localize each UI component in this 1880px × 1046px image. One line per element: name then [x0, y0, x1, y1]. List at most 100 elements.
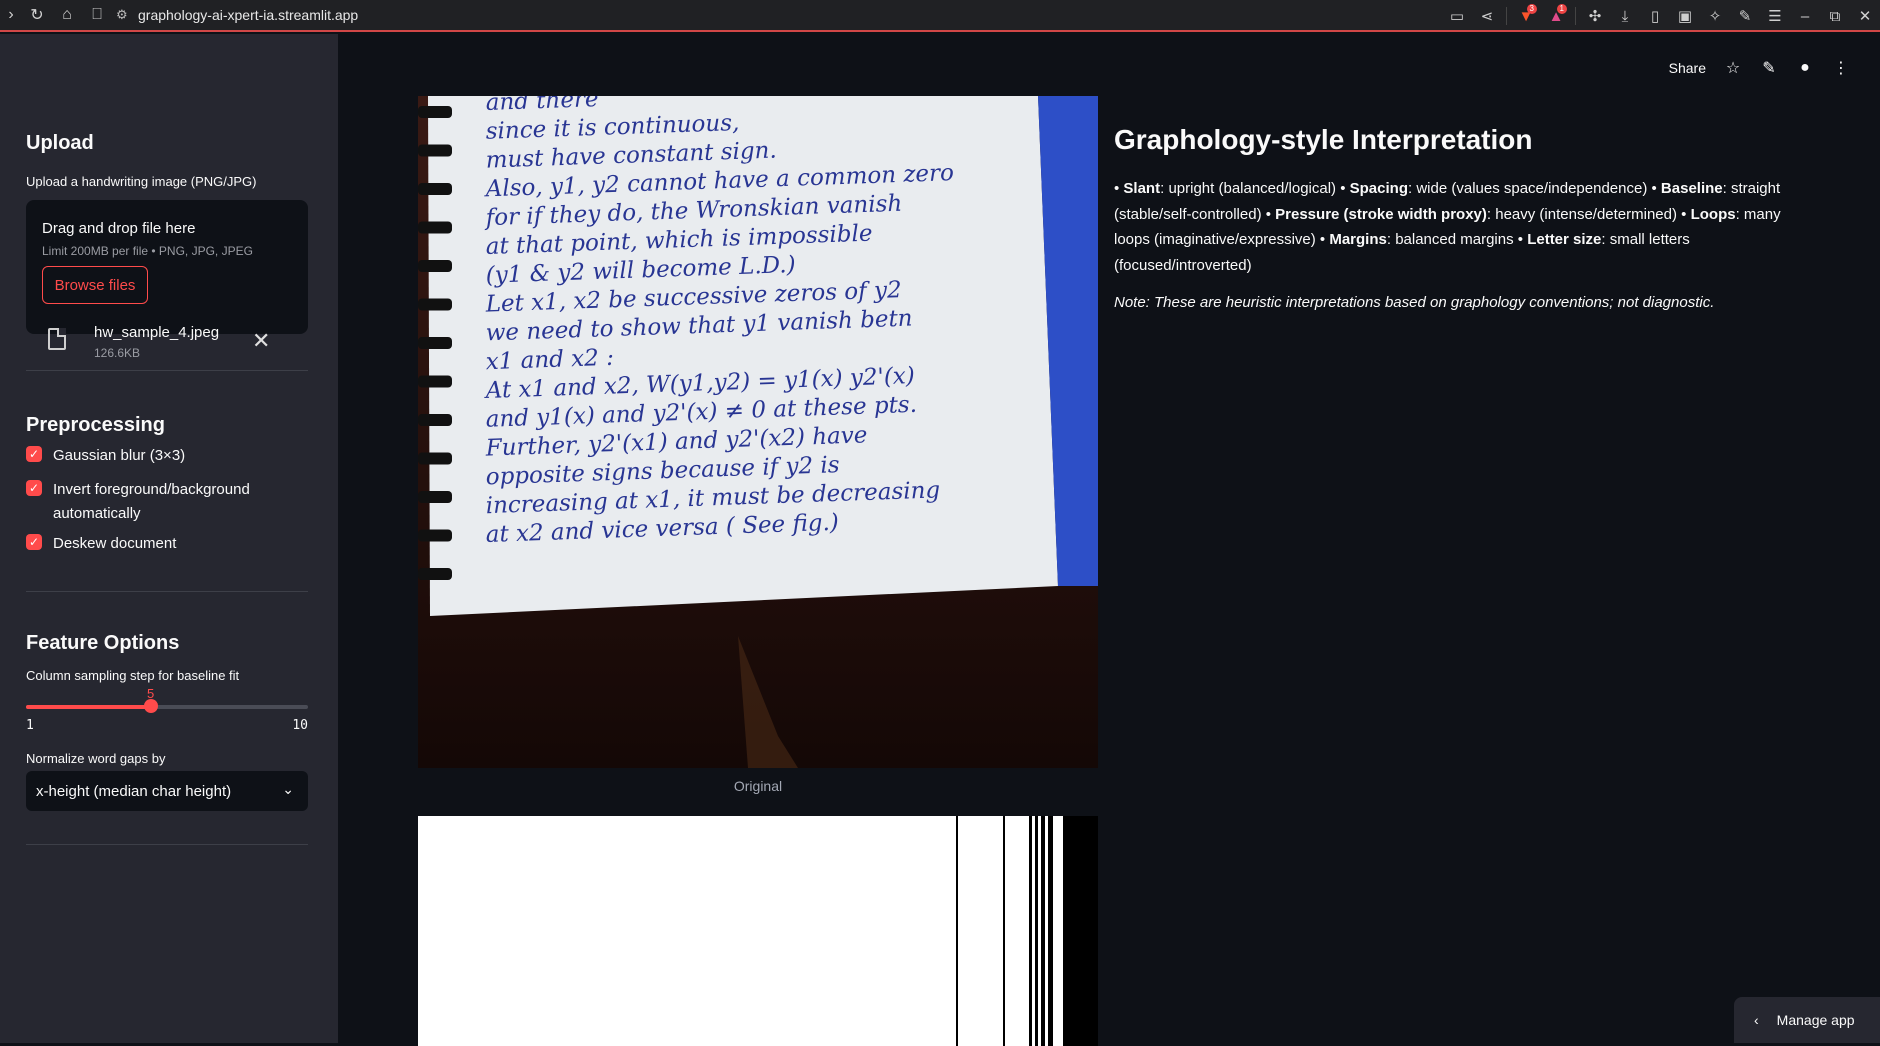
file-name: hw_sample_4.jpeg — [94, 324, 220, 341]
manage-app-label: Manage app — [1776, 1012, 1855, 1028]
spiral-ring — [418, 106, 452, 118]
spiral-ring — [418, 568, 452, 580]
spiral-ring — [418, 375, 452, 388]
download-icon[interactable]: ⤓ — [1610, 0, 1640, 32]
star-icon[interactable]: ☆ — [1724, 58, 1742, 78]
trait-sep: • — [1681, 205, 1691, 223]
interpretation-note: Note: These are heuristic interpretation… — [1114, 294, 1715, 311]
wallet-icon[interactable]: ▣ — [1670, 0, 1700, 32]
slider-min: 1 — [26, 718, 34, 733]
spiral-ring — [418, 221, 452, 234]
chevron-left-icon: ‹ — [1754, 1012, 1759, 1028]
preprocessing-heading: Preprocessing — [26, 414, 165, 436]
browser-actions: ▭ ⋖ ▼ 3 ▲ 1 ✣ ⤓ ▯ ▣ ✧ ✎ ☰ – ⧉ ✕ — [1442, 0, 1880, 32]
bookmark-icon[interactable]: ⎕ — [82, 0, 112, 31]
brave-shields-icon[interactable]: ▼ 3 — [1511, 0, 1541, 32]
gaussian-blur-checkbox[interactable]: ✓ Gaussian blur (3×3) — [26, 444, 283, 468]
extensions-icon[interactable]: ✣ — [1580, 0, 1610, 32]
reload-icon[interactable]: ↻ — [22, 0, 52, 31]
trait-key: Spacing — [1349, 180, 1408, 197]
divider — [26, 370, 308, 371]
trait-sep: • — [1340, 180, 1350, 197]
spiral-ring — [418, 529, 452, 542]
uploaded-file: hw_sample_4.jpeg 126.6KB ✕ — [26, 318, 308, 364]
share-icon[interactable]: ⋖ — [1472, 0, 1502, 32]
app-toolbar: Share ☆ ✎ ● ⋮ — [1669, 58, 1850, 78]
file-icon — [48, 328, 66, 350]
trait-value: : wide (values space/independence) — [1408, 180, 1652, 197]
checkbox-label: Gaussian blur (3×3) — [53, 447, 186, 464]
trait-key: Slant — [1123, 180, 1161, 197]
check-icon[interactable]: ✓ — [26, 446, 42, 462]
spiral-ring — [418, 183, 452, 195]
spiral-ring — [418, 337, 452, 349]
trait-sep: • — [1265, 205, 1276, 223]
original-image: and there since it is continuous, must hav… — [418, 96, 1098, 768]
trait-value: : heavy (intense/determined) — [1486, 205, 1682, 223]
trait-sep: • — [1651, 180, 1661, 197]
upload-heading: Upload — [26, 132, 94, 154]
main-content: Share ☆ ✎ ● ⋮ and there since it is conti… — [338, 34, 1880, 1046]
deskew-checkbox[interactable]: ✓ Deskew document — [26, 532, 283, 556]
image-caption: Original — [733, 778, 783, 794]
leo-ai-icon[interactable]: ✧ — [1700, 0, 1730, 32]
divider — [1575, 7, 1576, 25]
address-bar[interactable]: ⚙ graphology-ai-xpert-ia.streamlit.app — [116, 0, 358, 31]
trait-key: Baseline — [1660, 180, 1723, 197]
check-icon[interactable]: ✓ — [26, 480, 42, 496]
browse-files-button[interactable]: Browse files — [42, 266, 148, 304]
normalize-gaps-select[interactable]: x-height (median char height) ⌄ — [26, 771, 308, 811]
interpretation-text: • Slant: upright (balanced/logical) • Sp… — [1114, 176, 1814, 278]
edit-icon[interactable]: ✎ — [1760, 58, 1778, 78]
home-icon[interactable]: ⌂ — [52, 0, 82, 31]
menu-icon[interactable]: ☰ — [1760, 0, 1790, 32]
share-button[interactable]: Share — [1669, 60, 1706, 76]
divider — [1506, 7, 1507, 25]
trait-sep: • — [1319, 231, 1330, 248]
slider-thumb[interactable] — [144, 699, 158, 713]
cast-icon[interactable]: ▭ — [1442, 0, 1472, 32]
processed-image — [418, 816, 1098, 1046]
chevron-down-icon: ⌄ — [282, 781, 294, 797]
spiral-ring — [418, 414, 452, 426]
sidebar-icon[interactable]: ▯ — [1640, 0, 1670, 32]
trait-key: Pressure (stroke width proxy) — [1275, 205, 1487, 223]
minimize-icon[interactable]: – — [1790, 0, 1820, 32]
file-size: 126.6KB — [94, 346, 141, 360]
spiral-ring — [418, 298, 452, 311]
slider-fill — [26, 705, 151, 709]
divider — [26, 591, 308, 592]
divider — [26, 844, 308, 845]
trait-key: Margins — [1329, 231, 1387, 248]
trait-key: Letter size — [1527, 231, 1602, 248]
checkbox-label: Deskew document — [53, 535, 177, 552]
dropzone-limit: Limit 200MB per file • PNG, JPG, JPEG — [42, 244, 253, 258]
invert-checkbox[interactable]: ✓ Invert foreground/background automatic… — [26, 478, 283, 526]
forward-icon[interactable]: › — [0, 0, 22, 31]
dropzone-title: Drag and drop file here — [42, 220, 196, 237]
check-icon[interactable]: ✓ — [26, 534, 42, 550]
trait-value: : upright (balanced/logical) — [1160, 180, 1341, 197]
spiral-ring — [418, 452, 452, 465]
spiral-ring — [418, 491, 452, 503]
remove-file-icon[interactable]: ✕ — [252, 328, 270, 354]
checkbox-label: Invert foreground/background automatical… — [53, 481, 250, 522]
browser-toolbar: › ↻ ⌂ ⎕ ⚙ graphology-ai-xpert-ia.streaml… — [0, 0, 1880, 32]
more-menu-icon[interactable]: ⋮ — [1832, 58, 1850, 78]
pen-icon[interactable]: ✎ — [1730, 0, 1760, 32]
github-icon[interactable]: ● — [1796, 59, 1814, 77]
site-settings-icon[interactable]: ⚙ — [116, 7, 138, 23]
restore-icon[interactable]: ⧉ — [1820, 0, 1850, 32]
trait-sep: • — [1114, 180, 1124, 197]
gap-label: Normalize word gaps by — [26, 751, 166, 766]
manage-app-button[interactable]: ‹ Manage app — [1734, 997, 1880, 1043]
trait-value: : balanced margins — [1386, 231, 1518, 248]
select-value: x-height (median char height) — [36, 782, 232, 800]
url-text: graphology-ai-xpert-ia.streamlit.app — [138, 7, 359, 23]
slider-label: Column sampling step for baseline fit — [26, 668, 240, 683]
spiral-ring — [418, 144, 452, 157]
close-window-icon[interactable]: ✕ — [1850, 0, 1880, 32]
trait-key: Loops — [1690, 205, 1736, 223]
brave-rewards-icon[interactable]: ▲ 1 — [1541, 0, 1571, 32]
slider-track[interactable] — [26, 705, 308, 709]
